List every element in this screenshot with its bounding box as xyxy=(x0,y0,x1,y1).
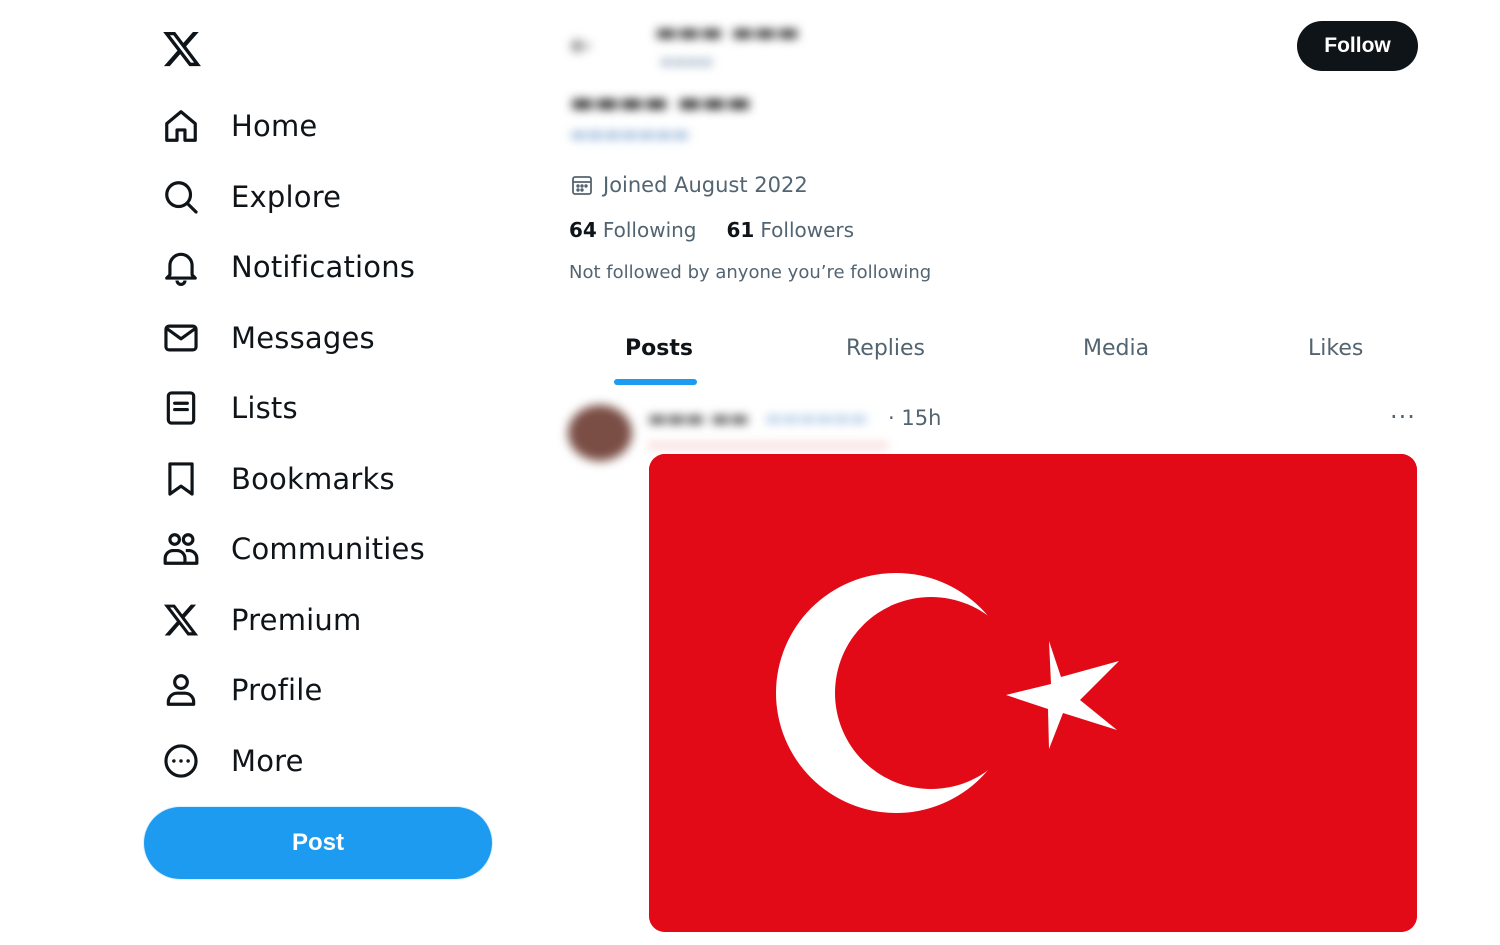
tab-replies[interactable]: Replies xyxy=(846,336,925,361)
followers-link[interactable]: 61 Followers xyxy=(727,218,855,242)
post-handle-redacted[interactable]: ▬▬▬▬▬▬ xyxy=(765,408,867,429)
post-button[interactable]: Post xyxy=(144,807,492,879)
envelope-icon xyxy=(158,315,204,361)
sidebar-item-label: Explore xyxy=(231,180,342,214)
tab-likes[interactable]: Likes xyxy=(1308,336,1363,361)
sidebar-item-label: Bookmarks xyxy=(231,462,395,496)
list-icon xyxy=(158,385,204,431)
sidebar-item-premium[interactable]: Premium xyxy=(158,595,361,645)
not-followed-note: Not followed by anyone you’re following xyxy=(569,262,932,283)
post-author-redacted[interactable]: ▬▬▬ ▬▬ xyxy=(648,406,749,430)
following-label: Following xyxy=(602,218,697,242)
sidebar-item-label: Communities xyxy=(231,532,425,566)
avatar[interactable] xyxy=(568,405,632,461)
profile-handle-redacted: ▬▬▬▬▬▬▬ xyxy=(570,124,690,145)
active-tab-indicator xyxy=(614,379,697,385)
sidebar: Home Explore Notifications Messages List… xyxy=(0,0,545,945)
person-icon xyxy=(158,667,204,713)
following-count: 64 xyxy=(569,218,597,242)
sidebar-item-label: Profile xyxy=(231,673,323,707)
turkish-flag-image xyxy=(649,454,1417,932)
bell-icon xyxy=(158,244,204,290)
post-image-turkish-flag[interactable] xyxy=(649,454,1417,932)
sidebar-item-label: Notifications xyxy=(231,250,416,284)
tab-posts[interactable]: Posts xyxy=(625,336,693,361)
header-display-name-redacted: ▬▬▬ ▬▬▬ xyxy=(655,18,800,46)
sidebar-item-label: Messages xyxy=(231,321,375,355)
search-icon xyxy=(158,174,204,220)
post-timestamp[interactable]: · 15h xyxy=(888,406,941,430)
followers-count: 61 xyxy=(726,218,755,242)
home-icon xyxy=(158,103,204,149)
sidebar-item-label: Lists xyxy=(231,391,298,425)
sidebar-item-messages[interactable]: Messages xyxy=(158,313,375,363)
x-logo-icon[interactable] xyxy=(160,28,204,70)
x-logo-icon xyxy=(158,597,204,643)
following-link[interactable]: 64 Following xyxy=(569,218,697,242)
more-options-icon[interactable]: ··· xyxy=(1390,403,1416,431)
sidebar-item-more[interactable]: More xyxy=(158,736,304,786)
sidebar-item-label: Premium xyxy=(231,603,362,637)
follow-stats: 64 Following 61 Followers xyxy=(569,218,884,242)
follow-button[interactable]: Follow xyxy=(1297,21,1418,71)
sidebar-item-explore[interactable]: Explore xyxy=(158,172,341,222)
sidebar-item-profile[interactable]: Profile xyxy=(158,665,323,715)
sidebar-item-lists[interactable]: Lists xyxy=(158,383,298,433)
people-icon xyxy=(158,526,204,572)
bookmark-icon xyxy=(158,456,204,502)
profile-display-name-redacted: ▬▬▬▬ ▬▬▬ xyxy=(570,88,752,118)
sidebar-item-label: More xyxy=(231,744,304,778)
joined-date: Joined August 2022 xyxy=(570,173,808,197)
back-arrow-icon[interactable] xyxy=(570,36,592,56)
tab-media[interactable]: Media xyxy=(1083,336,1149,361)
sidebar-item-label: Home xyxy=(231,109,318,143)
post-text-redacted xyxy=(648,444,888,447)
sidebar-item-bookmarks[interactable]: Bookmarks xyxy=(158,454,395,504)
sidebar-item-notifications[interactable]: Notifications xyxy=(158,242,415,292)
more-circle-icon xyxy=(158,738,204,784)
joined-text: Joined August 2022 xyxy=(603,173,808,197)
calendar-icon xyxy=(572,176,592,195)
sidebar-item-home[interactable]: Home xyxy=(158,101,317,151)
header-post-count-redacted: ▬▬▬▬ xyxy=(660,54,713,70)
followers-label: Followers xyxy=(760,218,855,242)
sidebar-item-communities[interactable]: Communities xyxy=(158,524,425,574)
